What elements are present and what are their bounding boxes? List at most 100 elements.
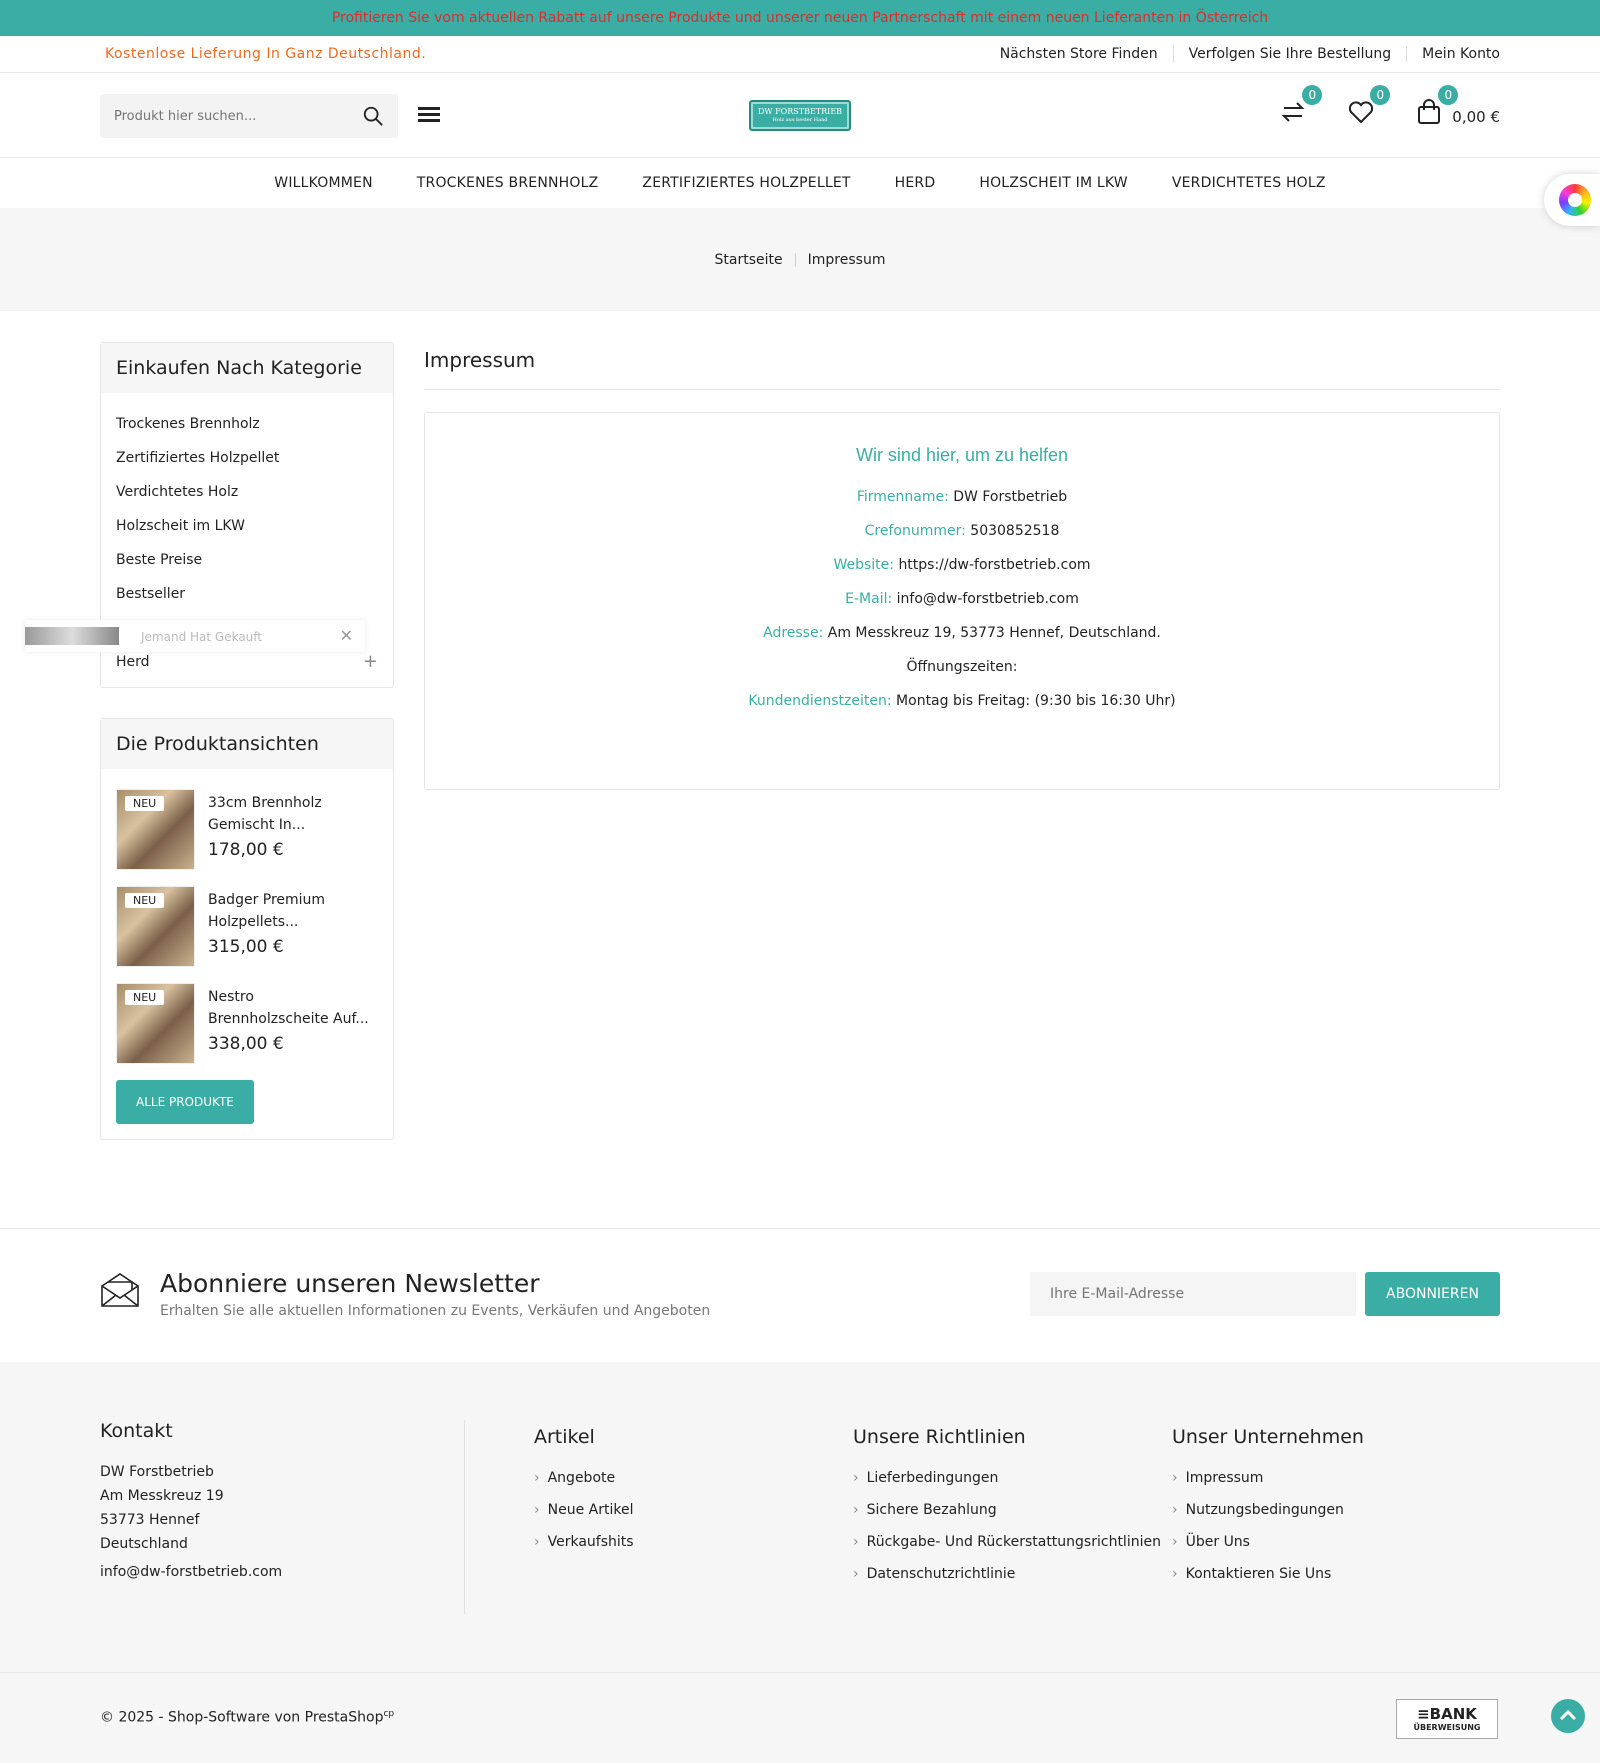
cart-total[interactable]: 0,00 € bbox=[1452, 108, 1500, 126]
product-price: 338,00 € bbox=[208, 1034, 284, 1054]
footer-col-title: Unsere Richtlinien bbox=[853, 1426, 1026, 1448]
store-finder-link[interactable]: Nächsten Store Finden bbox=[985, 46, 1173, 62]
breadcrumb-home[interactable]: Startseite bbox=[715, 252, 783, 268]
info-row-email: E-Mail: info@dw-forstbetrieb.com bbox=[845, 591, 1079, 607]
newsletter-title: Abonniere unseren Newsletter bbox=[160, 1269, 540, 1298]
footer-col-artikel: Artikel Angebote Neue Artikel Verkaufshi… bbox=[534, 1426, 634, 1566]
footer-link[interactable]: Rückgabe- Und Rückerstattungsrichtlinien bbox=[853, 1534, 1161, 1566]
logo[interactable]: DW FORSTBETRIEB Holz aus bester Hand bbox=[749, 100, 851, 131]
breadcrumb: Startseite Impressum bbox=[0, 208, 1600, 311]
nav-item-verdichtetes-holz[interactable]: VERDICHTETES HOLZ bbox=[1172, 175, 1326, 191]
nav-item-willkommen[interactable]: WILLKOMMEN bbox=[274, 175, 372, 191]
my-account-link[interactable]: Mein Konto bbox=[1406, 46, 1500, 62]
subscribe-button[interactable]: ABONNIEREN bbox=[1365, 1272, 1500, 1316]
product-image[interactable]: NEU bbox=[116, 789, 195, 870]
footer-link[interactable]: Angebote bbox=[534, 1470, 634, 1502]
footer-link[interactable]: Datenschutzrichtlinie bbox=[853, 1566, 1161, 1598]
main-content: Impressum Wir sind hier, um zu helfen Fi… bbox=[424, 342, 1500, 790]
nav-item-holzscheit[interactable]: HOLZSCHEIT IM LKW bbox=[979, 175, 1128, 191]
wishlist-button[interactable]: 0 bbox=[1346, 85, 1391, 127]
info-row-opening-hours: Öffnungszeiten: bbox=[906, 659, 1018, 675]
category-item[interactable]: Verdichtetes Holz bbox=[116, 475, 378, 509]
search-input[interactable] bbox=[100, 94, 340, 138]
envelope-icon bbox=[101, 1273, 139, 1307]
logo-title: DW FORSTBETRIEB bbox=[757, 107, 843, 116]
copyright: © 2025 - Shop-Software von PrestaShopcp bbox=[100, 1709, 395, 1726]
compare-button[interactable]: 0 bbox=[1278, 85, 1323, 127]
footer-link[interactable]: Lieferbedingungen bbox=[853, 1470, 1161, 1502]
nav-item-herd[interactable]: HERD bbox=[895, 175, 936, 191]
menu-icon[interactable] bbox=[418, 107, 440, 123]
purchase-popup: Jemand Hat Gekauft ✕ bbox=[25, 620, 365, 652]
product-price: 178,00 € bbox=[208, 840, 284, 860]
footer-col-title: Unser Unternehmen bbox=[1172, 1426, 1364, 1448]
bank-transfer-logo: ≡BANK ÜBERWEISUNG bbox=[1396, 1699, 1498, 1739]
new-badge: NEU bbox=[125, 990, 165, 1005]
chevron-up-icon bbox=[1559, 1709, 1577, 1721]
nav-item-trockenes-brennholz[interactable]: TROCKENES BRENNHOLZ bbox=[417, 175, 599, 191]
product-item[interactable]: NEU Nestro Brennholzscheite Auf... 338,00… bbox=[101, 983, 393, 1064]
product-views-title: Die Produktansichten bbox=[101, 719, 393, 769]
footer: Kontakt DW Forstbetrieb Am Messkreuz 19 … bbox=[0, 1362, 1600, 1763]
footer-col-title: Artikel bbox=[534, 1426, 595, 1448]
category-item[interactable]: Holzscheit im LKW bbox=[116, 509, 378, 543]
all-products-button[interactable]: ALLE PRODUKTE bbox=[116, 1080, 254, 1124]
page-title: Impressum bbox=[424, 342, 1500, 390]
search-box bbox=[100, 94, 398, 138]
new-badge: NEU bbox=[125, 796, 165, 811]
footer-col-unternehmen: Unser Unternehmen Impressum Nutzungsbedi… bbox=[1172, 1426, 1364, 1598]
newsletter-section: Abonniere unseren Newsletter Erhalten Si… bbox=[0, 1228, 1600, 1362]
contact-line: DW Forstbetrieb bbox=[100, 1464, 214, 1480]
header: DW FORSTBETRIEB Holz aus bester Hand 0 0… bbox=[0, 73, 1600, 158]
footer-col-richtlinien: Unsere Richtlinien Lieferbedingungen Sic… bbox=[853, 1426, 1161, 1598]
footer-divider bbox=[0, 1672, 1600, 1673]
category-item[interactable]: Bestseller bbox=[116, 577, 378, 611]
breadcrumb-separator bbox=[794, 252, 796, 267]
breadcrumb-current: Impressum bbox=[807, 251, 886, 268]
contact-email[interactable]: info@dw-forstbetrieb.com bbox=[100, 1564, 464, 1580]
top-links: Nächsten Store Finden Verfolgen Sie Ihre… bbox=[985, 46, 1500, 62]
info-row-service-hours: Kundendienstzeiten: Montag bis Freitag: … bbox=[748, 693, 1176, 709]
compare-count: 0 bbox=[1302, 85, 1323, 105]
category-box-title: Einkaufen Nach Kategorie bbox=[101, 343, 393, 393]
footer-link[interactable]: Nutzungsbedingungen bbox=[1172, 1502, 1364, 1534]
newsletter-subtitle: Erhalten Sie alle aktuellen Informatione… bbox=[160, 1303, 711, 1319]
footer-link[interactable]: Verkaufshits bbox=[534, 1534, 634, 1566]
website-link[interactable]: https://dw-forstbetrieb.com bbox=[898, 557, 1090, 573]
scroll-to-top-button[interactable] bbox=[1551, 1699, 1585, 1733]
product-image[interactable]: NEU bbox=[116, 983, 195, 1064]
cart-button[interactable]: 0 bbox=[1414, 85, 1459, 127]
contact-line: Deutschland bbox=[100, 1536, 188, 1552]
product-name[interactable]: Nestro Brennholzscheite Auf... bbox=[208, 986, 378, 1030]
top-bar: Kostenlose Lieferung In Ganz Deutschland… bbox=[0, 36, 1600, 73]
product-item[interactable]: NEU Badger Premium Holzpellets... 315,00 … bbox=[101, 886, 393, 967]
product-views-box: Die Produktansichten NEU 33cm Brennholz … bbox=[100, 718, 394, 1140]
contact-line: 53773 Hennef bbox=[100, 1512, 200, 1528]
email-link[interactable]: info@dw-forstbetrieb.com bbox=[897, 591, 1079, 607]
footer-link[interactable]: Neue Artikel bbox=[534, 1502, 634, 1534]
product-item[interactable]: NEU 33cm Brennholz Gemischt In... 178,00 … bbox=[101, 789, 393, 870]
footer-link[interactable]: Sichere Bezahlung bbox=[853, 1502, 1161, 1534]
logo-subtitle: Holz aus bester Hand bbox=[772, 117, 828, 123]
expand-plus-icon[interactable]: + bbox=[363, 645, 378, 679]
nav-item-holzpellet[interactable]: ZERTIFIZIERTES HOLZPELLET bbox=[642, 175, 850, 191]
product-name[interactable]: 33cm Brennholz Gemischt In... bbox=[208, 792, 378, 836]
newsletter-email-input[interactable] bbox=[1030, 1272, 1356, 1316]
footer-contact-title: Kontakt bbox=[100, 1420, 173, 1442]
footer-link[interactable]: Impressum bbox=[1172, 1470, 1364, 1502]
theme-color-button[interactable] bbox=[1544, 174, 1600, 226]
search-icon[interactable] bbox=[362, 105, 384, 127]
category-item[interactable]: Trockenes Brennholz bbox=[116, 407, 378, 441]
info-row-crefo: Crefonummer: 5030852518 bbox=[864, 523, 1060, 539]
footer-link[interactable]: Kontaktieren Sie Uns bbox=[1172, 1566, 1364, 1598]
product-image[interactable]: NEU bbox=[116, 886, 195, 967]
product-name[interactable]: Badger Premium Holzpellets... bbox=[208, 889, 378, 933]
order-tracking-link[interactable]: Verfolgen Sie Ihre Bestellung bbox=[1172, 46, 1406, 62]
contact-line: Am Messkreuz 19 bbox=[100, 1488, 224, 1504]
footer-link[interactable]: Über Uns bbox=[1172, 1534, 1364, 1566]
color-wheel-icon bbox=[1559, 184, 1591, 216]
category-item[interactable]: Zertifiziertes Holzpellet bbox=[116, 441, 378, 475]
info-row-address: Adresse: Am Messkreuz 19, 53773 Hennef, … bbox=[763, 625, 1161, 641]
close-icon[interactable]: ✕ bbox=[340, 626, 353, 645]
category-item[interactable]: Beste Preise bbox=[116, 543, 378, 577]
